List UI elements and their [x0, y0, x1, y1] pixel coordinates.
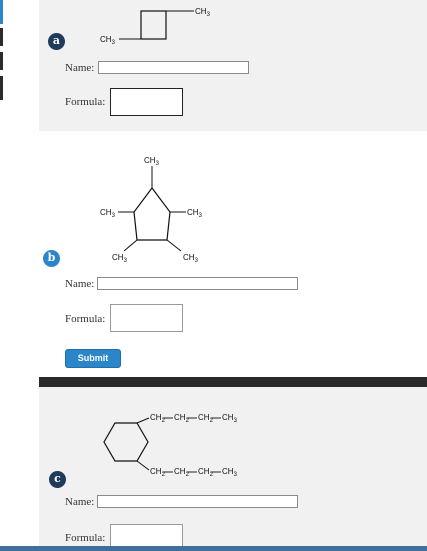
bond-bottom-right — [166, 239, 182, 252]
problem-c-structure: CH2 CH2 CH2 CH3 CH2 CH2 CH2 CH3 — [103, 413, 238, 478]
upper-chain-ch2-3: CH2 — [198, 413, 214, 424]
group-bottom-left: CH3 — [112, 253, 128, 264]
upper-chain-ch2-1: CH2 — [150, 413, 166, 424]
group-top: CH3 — [144, 156, 160, 167]
lower-chain-ch2-3: CH2 — [198, 467, 214, 478]
group-ch3-left: CH3 — [100, 35, 116, 46]
formula-label-b: Formula: — [65, 313, 106, 325]
upper-chain-ch2-2: CH2 — [174, 413, 190, 424]
problem-c-badge: c — [49, 471, 66, 488]
bond-upper-chain — [136, 417, 150, 424]
group-left: CH3 — [100, 208, 116, 219]
cyclobutane-ring — [140, 10, 167, 40]
problem-b-badge: b — [43, 250, 60, 267]
bond-bottom-left — [123, 239, 138, 252]
left-edge-accent — [0, 0, 3, 24]
lower-chain-ch2-1: CH2 — [150, 467, 166, 478]
cyclopentane-ring — [133, 187, 171, 241]
name-input-a[interactable] — [98, 61, 249, 74]
problem-a-badge: a — [48, 33, 65, 50]
upper-chain-ch3: CH3 — [222, 413, 238, 424]
name-label-a: Name: — [65, 62, 95, 74]
problem-a-structure: CH3 CH3 — [100, 7, 211, 46]
formula-input-c[interactable] — [110, 524, 183, 546]
formula-label-c: Formula: — [65, 532, 106, 544]
formula-input-b[interactable] — [110, 304, 183, 332]
left-edge-mark — [0, 28, 3, 46]
group-right: CH3 — [187, 208, 203, 219]
submit-button[interactable]: Submit — [65, 349, 121, 368]
name-input-c[interactable] — [97, 495, 298, 508]
group-ch3-top: CH3 — [195, 7, 211, 18]
cyclohexane-ring — [103, 422, 149, 462]
group-bottom-right: CH3 — [183, 253, 199, 264]
problem-b-structure: CH3 CH3 CH3 CH3 CH3 — [100, 156, 203, 264]
left-edge-mark — [0, 52, 3, 70]
formula-label-a: Formula: — [65, 96, 106, 108]
lower-chain-ch3: CH3 — [222, 467, 238, 478]
bond-lower-chain — [136, 460, 150, 471]
bottom-accent-bar — [0, 546, 427, 551]
name-label-b: Name: — [65, 278, 95, 290]
name-input-b[interactable] — [97, 277, 298, 290]
left-edge-mark — [0, 76, 3, 100]
formula-input-a[interactable] — [110, 88, 183, 116]
section-divider — [39, 377, 427, 387]
name-label-c: Name: — [65, 496, 95, 508]
lower-chain-ch2-2: CH2 — [174, 467, 190, 478]
